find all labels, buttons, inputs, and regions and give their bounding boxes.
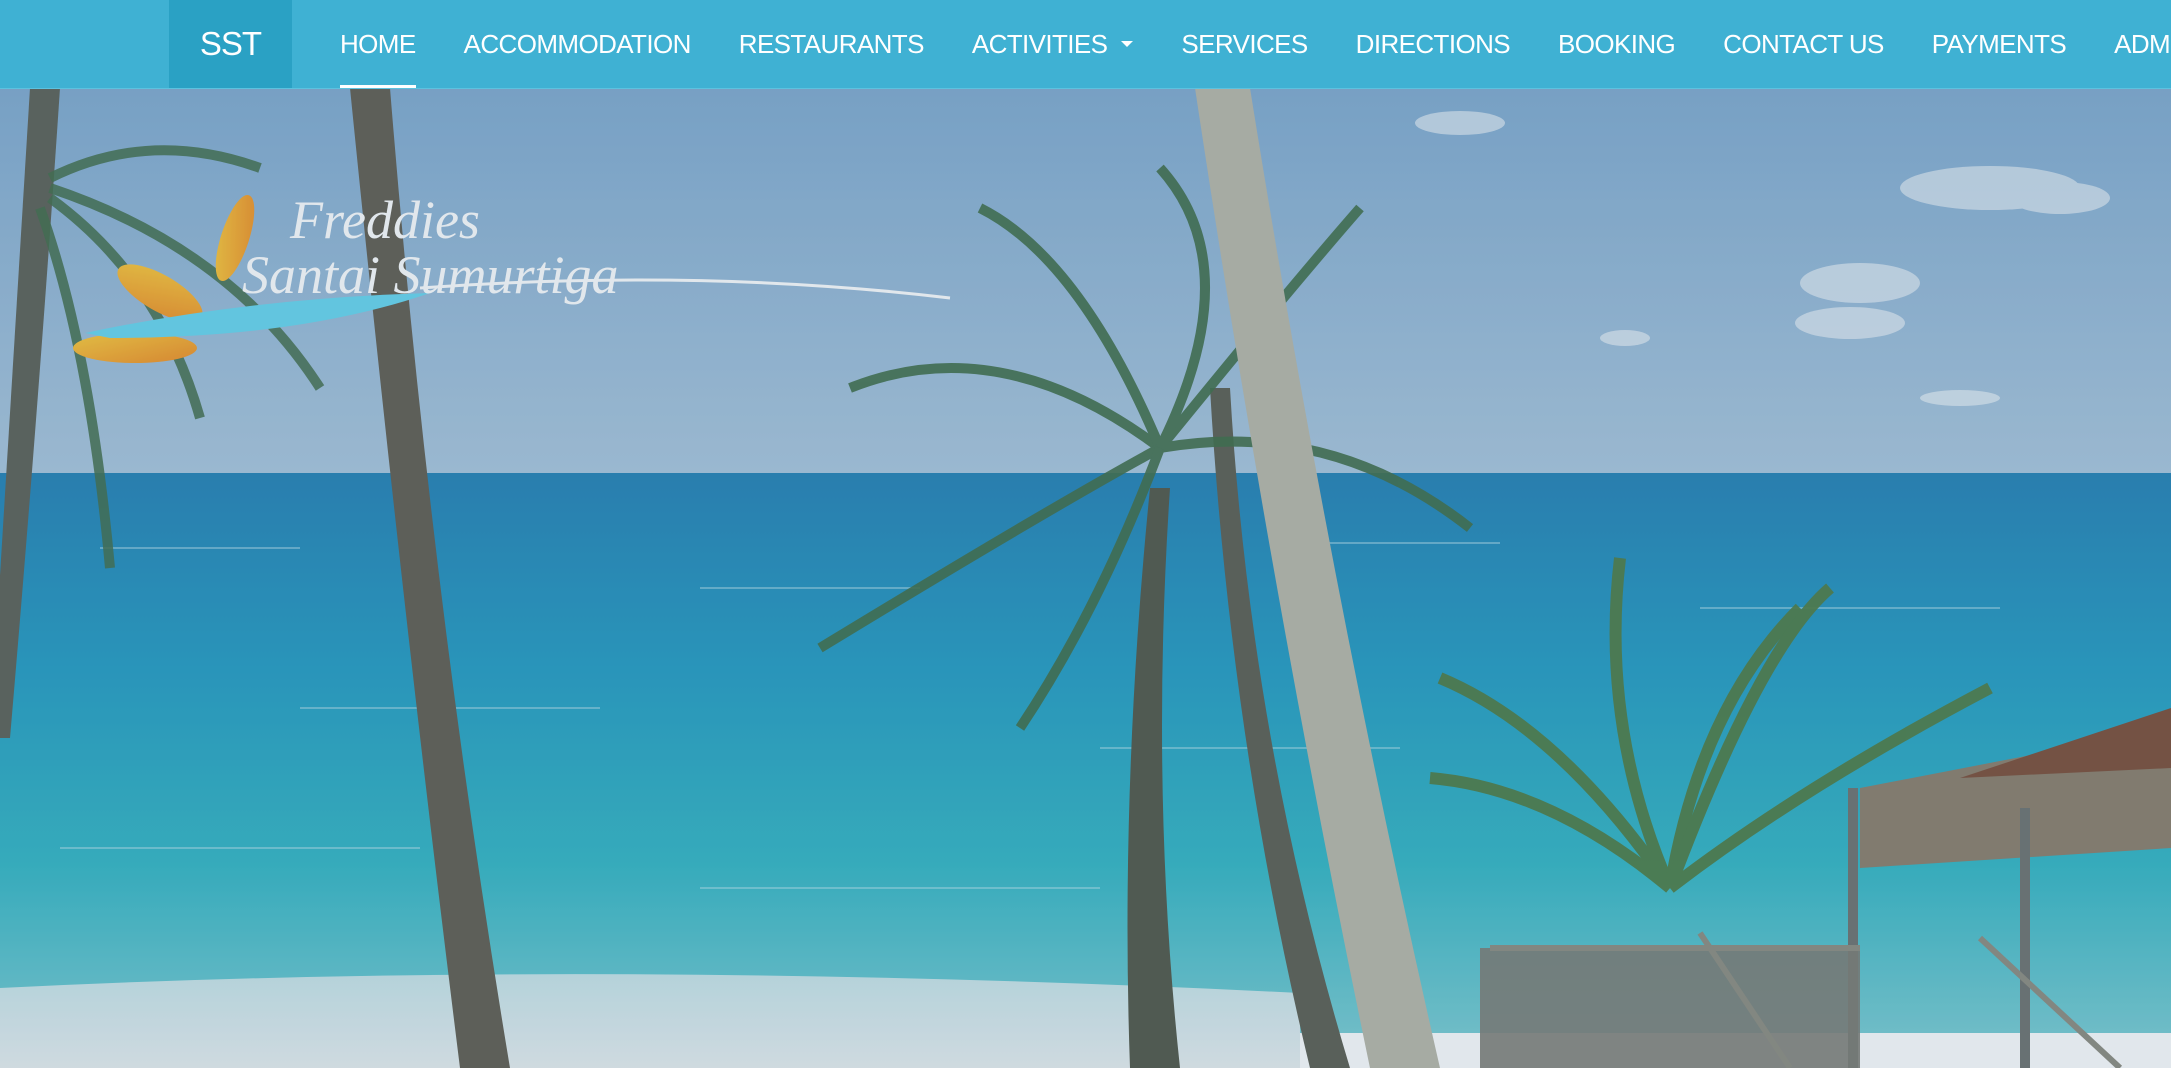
nav-home[interactable]: HOME [316, 0, 440, 88]
nav-restaurants-label: RESTAURANTS [738, 28, 925, 59]
nav-home-label: HOME [340, 28, 416, 59]
top-navbar: SST HOME ACCOMMODATION RESTAURANTS ACTIV… [0, 0, 2171, 89]
brand-link[interactable]: SST [169, 0, 292, 88]
nav-booking-label: BOOKING [1557, 28, 1676, 59]
nav-services[interactable]: SERVICES [1157, 0, 1331, 88]
nav-payments-label: PAYMENTS [1931, 28, 2067, 59]
nav-accommodation[interactable]: ACCOMMODATION [440, 0, 715, 88]
nav-admin-login-label: ADMIN LOGIN [2114, 28, 2171, 59]
hero-beach-image: Freddies Santai Sumurtiga [0, 88, 2171, 1068]
nav-restaurants[interactable]: RESTAURANTS [715, 0, 948, 88]
nav-booking[interactable]: BOOKING [1534, 0, 1699, 88]
caret-down-icon [1121, 41, 1134, 47]
nav-payments[interactable]: PAYMENTS [1908, 0, 2090, 88]
nav-activities-dropdown[interactable]: ACTIVITIES [948, 0, 1158, 88]
nav-directions-label: DIRECTIONS [1355, 28, 1511, 59]
nav-contact-us[interactable]: CONTACT US [1699, 0, 1908, 88]
page: SST HOME ACCOMMODATION RESTAURANTS ACTIV… [0, 0, 2171, 1068]
logo-line-1: Freddies [289, 190, 480, 250]
nav-admin-login[interactable]: ADMIN LOGIN [2090, 0, 2171, 88]
logo-line-2: Santai Sumurtiga [242, 245, 619, 305]
nav-directions[interactable]: DIRECTIONS [1332, 0, 1534, 88]
nav-activities-label: ACTIVITIES [971, 28, 1108, 59]
main-nav: HOME ACCOMMODATION RESTAURANTS ACTIVITIE… [316, 0, 2171, 88]
nav-services-label: SERVICES [1181, 28, 1308, 59]
nav-accommodation-label: ACCOMMODATION [463, 28, 692, 59]
nav-contact-us-label: CONTACT US [1723, 28, 1884, 59]
